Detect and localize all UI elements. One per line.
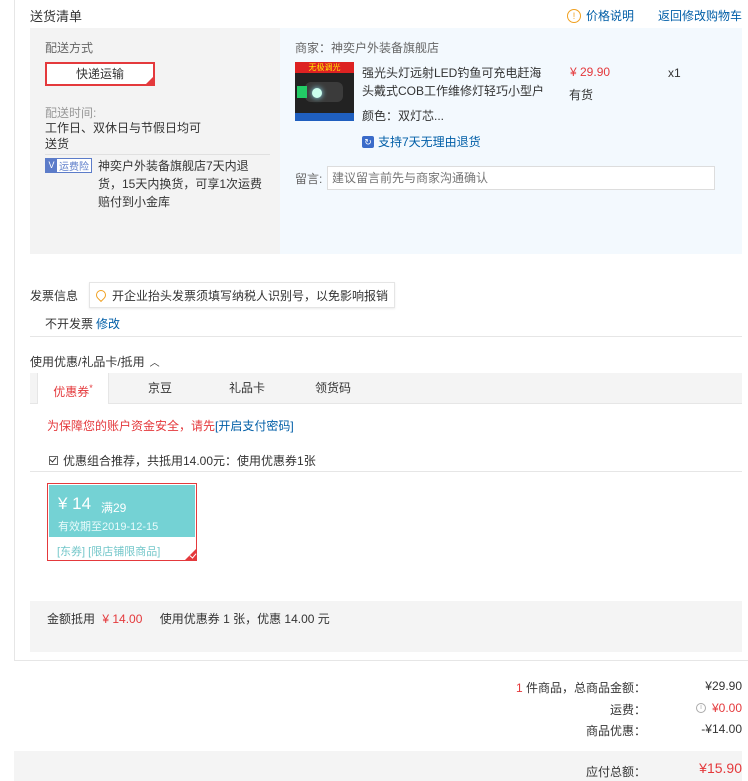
shop-name: 商家：神奕户外装备旗舰店 (295, 41, 440, 55)
item-count: 1 (515, 681, 523, 695)
product-price: ¥ 29.90 (570, 65, 611, 79)
chevron-up-icon: ︿ (149, 358, 160, 369)
invoice-value: 不开发票 (45, 317, 94, 331)
order-frame-bottom (14, 660, 748, 661)
coupon-condition: 满29 (101, 501, 127, 515)
info-icon: ! (566, 8, 581, 23)
payable-label: 应付总额： (585, 765, 646, 779)
delivery-list-title: 送货清单 (30, 9, 83, 24)
enable-pay-password-link[interactable]: [开启支付密码] (215, 419, 294, 433)
security-notice-text: 为保障您的账户资金安全，请先 (47, 419, 216, 433)
discount-summary-text: 使用优惠券 1 张，优惠 14.00 元 (159, 612, 330, 626)
tab-coupons-label: 优惠券 (53, 385, 90, 399)
freight-value: ¥0.00 (711, 701, 742, 715)
delivery-time-label: 配送时间: (45, 106, 97, 120)
recommend-combo[interactable]: 优惠组合推荐，共抵用14.00元：使用优惠券1张 (49, 452, 316, 469)
discount-label: 商品优惠： (585, 724, 646, 738)
product-quantity: x1 (668, 66, 681, 80)
payable-value: ¥15.90 (699, 760, 742, 776)
discount-summary: 金额抵用 ¥ 14.00 使用优惠券 1 张，优惠 14.00 元 (47, 610, 330, 627)
freight-insurance-badge: V 运费险 (45, 158, 92, 173)
invoice-edit-link[interactable]: 修改 (96, 315, 120, 332)
shipping-method-label: 配送方式 (45, 41, 94, 55)
discount-summary-amount: ¥ 14.00 (102, 612, 143, 626)
coupon-tags: [东券] [限店铺限商品] (57, 546, 161, 558)
discount-section-toggle[interactable]: 使用优惠/礼品卡/抵用 ︿ (30, 353, 160, 370)
checkbox-checked-icon[interactable] (49, 456, 58, 465)
return-policy-label[interactable]: 支持7天无理由退货 (378, 133, 481, 150)
product-color: 颜色：双灯芯... (362, 109, 445, 123)
order-frame-border (14, 0, 15, 660)
invoice-label: 发票信息 (30, 289, 79, 303)
coupon-expiry: 有效期至2019-12-15 (58, 521, 159, 533)
info-icon[interactable]: i (695, 703, 706, 713)
product-image-footer (295, 113, 354, 121)
delivery-time-value: 工作日、双休日与节假日均可送货 (45, 121, 202, 151)
back-to-cart-link[interactable]: 返回修改购物车 (658, 7, 742, 24)
header-actions: ! 价格说明 返回修改购物车 (566, 7, 742, 24)
express-shipping-option[interactable]: 快递运输 (45, 62, 155, 86)
tab-required-mark: * (89, 383, 93, 393)
discount-summary-label: 金额抵用 (47, 612, 96, 626)
price-note-link[interactable]: ! 价格说明 (566, 7, 634, 24)
invoice-tip: 开企业抬头发票须填写纳税人识别号，以免影响报销 (89, 282, 396, 308)
recommend-combo-text: 优惠组合推荐，共抵用14.00元：使用优惠券1张 (63, 454, 316, 468)
message-input[interactable] (327, 166, 715, 190)
tab-gift-card[interactable]: 礼品卡 (212, 373, 282, 404)
headlamp-lens (312, 88, 322, 98)
tab-coupons[interactable]: 优惠券* (37, 373, 109, 404)
product-image[interactable]: 无极调光 (295, 62, 354, 121)
tab-redeem-code[interactable]: 领货码 (298, 373, 368, 404)
divider (30, 471, 742, 472)
tab-jingdou[interactable]: 京豆 (125, 373, 195, 404)
discount-value: -¥14.00 (701, 722, 742, 736)
freight-row: i ¥0.00 (695, 701, 742, 715)
coupon-amount: ¥ 14 (58, 494, 92, 513)
selected-corner-icon (145, 76, 154, 85)
headlamp-shape (305, 82, 343, 102)
freight-insurance-label: 运费险 (59, 162, 89, 173)
goods-total-value: ¥29.90 (705, 679, 742, 693)
security-notice: 为保障您的账户资金安全，请先[开启支付密码] (47, 417, 294, 434)
return-icon: ↻ (362, 135, 374, 148)
divider (45, 154, 270, 155)
express-shipping-label: 快递运输 (75, 67, 124, 81)
divider (30, 336, 742, 337)
product-title[interactable]: 强光头灯远射LED钓鱼可充电赶海头戴式COB工作维修灯轻巧小型户 (362, 64, 547, 100)
message-label: 留言: (295, 172, 323, 186)
coupon-card-header: ¥ 14 满29 有效期至2019-12-15 (49, 485, 195, 537)
freight-insurance-icon: V (46, 159, 57, 172)
location-pin-icon (93, 287, 109, 303)
invoice-tip-text: 开企业抬头发票须填写纳税人识别号，以免影响报销 (112, 288, 389, 303)
discount-section-title: 使用优惠/礼品卡/抵用 (30, 355, 145, 369)
return-policy[interactable]: ↻ 支持7天无理由退货 (362, 133, 481, 150)
headlamp-side-light (297, 86, 307, 98)
price-note-label[interactable]: 价格说明 (586, 7, 634, 24)
stock-status: 有货 (569, 88, 594, 102)
coupon-card[interactable]: ¥ 14 满29 有效期至2019-12-15 [东券] [限店铺限商品] (47, 483, 197, 561)
product-image-banner: 无极调光 (295, 62, 354, 73)
item-count-label: 件商品，总商品金额： (525, 681, 646, 695)
freight-insurance-text: 神奕户外装备旗舰店7天内退货，15天内换货，可享1次运费赔付到小金库 (98, 159, 263, 209)
freight-label: 运费： (609, 703, 646, 717)
goods-total-label: 1 件商品，总商品金额： (516, 679, 646, 696)
